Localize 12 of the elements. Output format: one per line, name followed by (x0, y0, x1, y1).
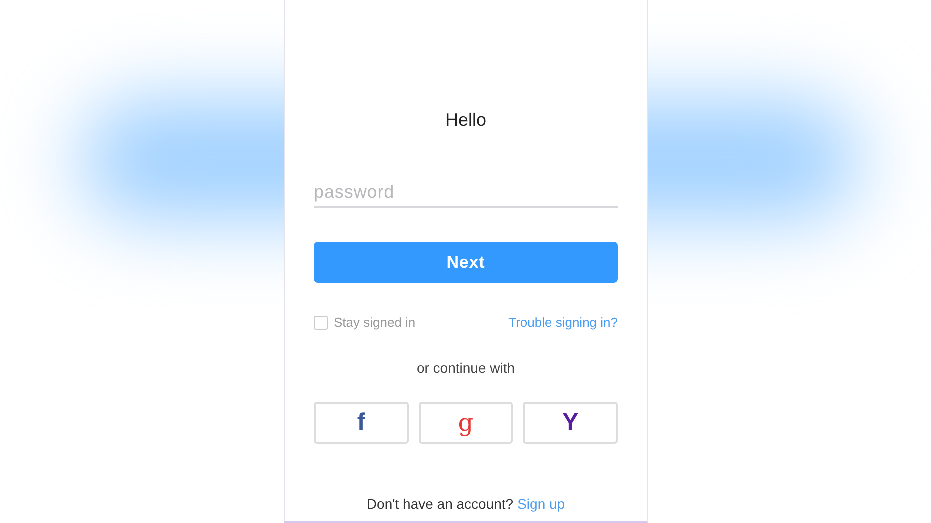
sign-up-link[interactable]: Sign up (518, 494, 566, 515)
stay-signed-in-label: Stay signed in (334, 314, 416, 332)
stay-signed-in-checkbox[interactable] (314, 316, 328, 330)
social-login-button[interactable]: Y (523, 402, 618, 444)
social-login-button[interactable]: f (314, 402, 409, 444)
no-account-text: Don't have an account? (366, 495, 514, 514)
trouble-signing-in-link[interactable]: Trouble signing in? (508, 313, 618, 333)
password-field[interactable]: password (314, 178, 618, 208)
continue-with-text: or continue with (416, 359, 516, 378)
greeting-title: Hello (445, 109, 487, 132)
next-button[interactable]: Next (314, 242, 618, 283)
social-login-button[interactable]: g (418, 402, 514, 444)
